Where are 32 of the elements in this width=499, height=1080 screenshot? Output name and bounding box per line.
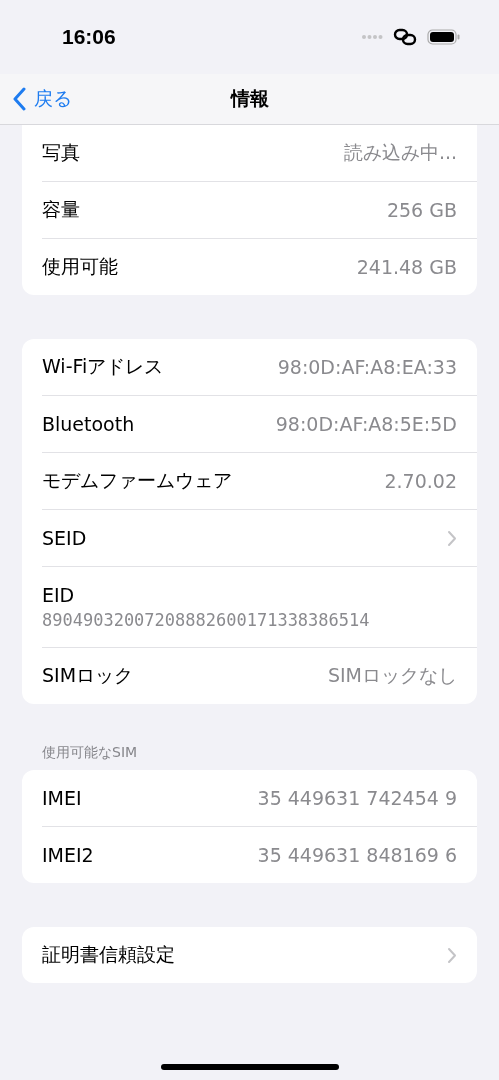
row-label: IMEI — [42, 787, 82, 809]
section-header: 使用可能なSIM — [41, 744, 139, 762]
settings-row[interactable]: 証明書信頼設定 — [22, 927, 477, 983]
chevron-left-icon — [12, 87, 26, 111]
battery-icon — [427, 29, 461, 45]
row-label: SIMロック — [42, 663, 134, 688]
signal-icon — [361, 34, 383, 40]
chevron-right-icon — [447, 529, 457, 547]
row-label: Wi-Fiアドレス — [42, 354, 164, 379]
row-label: IMEI2 — [42, 844, 94, 866]
row-value: 89049032007208882600171338386514 — [42, 610, 370, 630]
back-button[interactable]: 戻る — [0, 86, 72, 112]
row-value: 35 449631 848169 6 — [257, 844, 457, 866]
row-value: 98:0D:AF:A8:EA:33 — [277, 356, 457, 378]
status-time: 16:06 — [62, 25, 116, 49]
row-label: 写真 — [42, 140, 80, 165]
row-value: 2.70.02 — [384, 470, 457, 492]
row-label: 容量 — [42, 197, 80, 222]
row-label: Bluetooth — [42, 413, 135, 435]
chevron-right-icon — [447, 946, 457, 964]
row-label: モデムファームウェア — [42, 468, 232, 493]
settings-row[interactable]: SEID — [22, 510, 477, 566]
row-value: 読み込み中... — [343, 140, 457, 165]
row-value: 256 GB — [386, 199, 457, 221]
row-value: SIMロックなし — [327, 663, 457, 688]
row-label: EID — [42, 584, 75, 606]
link-icon — [393, 28, 417, 46]
row-value: 241.48 GB — [356, 256, 457, 278]
nav-title: 情報 — [230, 86, 269, 111]
row-value: 98:0D:AF:A8:5E:5D — [275, 413, 457, 435]
row-label: 使用可能 — [42, 254, 118, 279]
row-value: 35 449631 742454 9 — [257, 787, 457, 809]
